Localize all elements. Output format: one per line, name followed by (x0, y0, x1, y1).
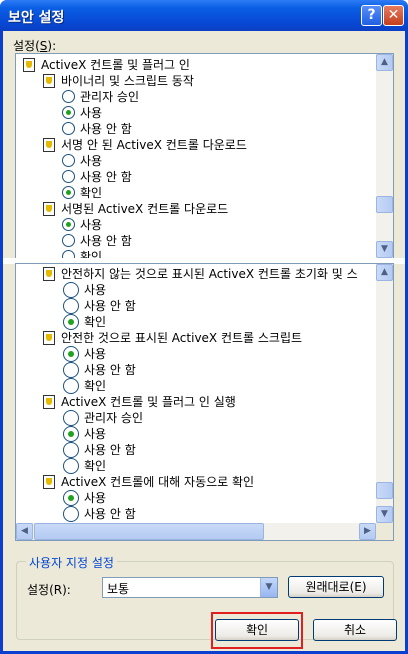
radio-unchecked-icon[interactable] (63, 442, 79, 458)
settings-label: 설정(S): (13, 39, 57, 53)
option-label: 사용 (84, 347, 107, 361)
category-label: 서명된 ActiveX 컨트롤 다운로드 (61, 202, 229, 216)
option-label: 사용 (84, 491, 107, 505)
settings-category-icon (43, 267, 55, 281)
radio-checked-icon[interactable] (62, 218, 75, 231)
help-button[interactable]: ? (361, 5, 382, 26)
option-label: 확인 (80, 186, 103, 200)
scroll-down-arrow-icon[interactable]: ▼ (376, 241, 393, 258)
settings-category-icon (43, 395, 55, 409)
option-label: 사용 안 함 (84, 299, 136, 313)
radio-unchecked-icon[interactable] (63, 458, 79, 474)
radio-checked-icon[interactable] (62, 106, 75, 119)
scrollbar-corner (376, 523, 393, 540)
radio-unchecked-icon[interactable] (63, 362, 79, 378)
radio-unchecked-icon[interactable] (62, 234, 75, 247)
option-label: 사용 안 함 (80, 122, 132, 136)
option-label: 사용 안 함 (84, 507, 136, 521)
vertical-scrollbar[interactable]: ▲ ▼ (376, 54, 393, 258)
settings-category-icon (43, 74, 55, 88)
scroll-down-arrow-icon[interactable]: ▼ (376, 506, 393, 523)
radio-checked-icon[interactable] (63, 346, 79, 362)
radio-unchecked-icon[interactable] (62, 154, 75, 167)
option-label: 확인 (84, 315, 107, 329)
radio-unchecked-icon[interactable] (62, 90, 75, 103)
radio-unchecked-icon[interactable] (62, 122, 75, 135)
settings-category-icon (43, 138, 55, 152)
ok-button[interactable]: 확인 (215, 619, 299, 641)
option-label: 사용 (80, 154, 103, 168)
radio-unchecked-icon[interactable] (63, 298, 79, 314)
settings-tree-bottom[interactable]: 안전하지 않는 것으로 표시된 ActiveX 컨트롤 초기화 및 스 사용 사용 … (15, 263, 394, 541)
settings-category-icon (43, 475, 55, 489)
radio-unchecked-icon[interactable] (63, 506, 79, 522)
reset-button[interactable]: 원래대로(E) (288, 576, 384, 598)
option-label: 사용 안 함 (80, 234, 132, 248)
option-label: 사용 안 함 (80, 170, 132, 184)
category-label: ActiveX 컨트롤에 대해 자동으로 확인 (61, 475, 255, 489)
option-label: 관리자 승인 (80, 90, 140, 104)
option-label: 관리자 승인 (84, 411, 144, 425)
radio-unchecked-icon[interactable] (63, 378, 79, 394)
scrollbar-thumb[interactable] (376, 482, 393, 499)
close-button[interactable]: ✕ (383, 5, 404, 26)
dialog-body: 설정(S): ActiveX 컨트롤 및 플러그 인바이너리 및 스크립트 동작… (3, 31, 405, 651)
scroll-right-arrow-icon[interactable]: ▶ (359, 523, 376, 540)
settings-category-icon (43, 331, 55, 345)
category-label: 서명 안 된 ActiveX 컨트롤 다운로드 (61, 138, 247, 152)
horizontal-scrollbar[interactable]: ◀ ▶ (16, 523, 376, 540)
radio-checked-icon[interactable] (63, 490, 79, 506)
category-label: 안전하지 않는 것으로 표시된 ActiveX 컨트롤 초기화 및 스 (61, 267, 358, 281)
group-title: 사용자 지정 설정 (26, 554, 117, 571)
level-label: 설정(R): (27, 583, 71, 597)
option-label: 사용 안 함 (84, 363, 136, 377)
option-label: 사용 (80, 218, 103, 232)
horizontal-scrollbar-thumb[interactable] (34, 523, 264, 540)
settings-tree-top[interactable]: ActiveX 컨트롤 및 플러그 인바이너리 및 스크립트 동작관리자 승인사… (15, 53, 394, 259)
chevron-down-icon[interactable]: ▼ (260, 578, 277, 597)
option-label: 확인 (84, 459, 107, 473)
option-label: 확인 (84, 379, 107, 393)
option-label: 사용 (84, 283, 107, 297)
radio-checked-icon[interactable] (62, 186, 75, 199)
radio-checked-icon[interactable] (63, 314, 79, 330)
category-label: ActiveX 컨트롤 및 플러그 인 실행 (61, 395, 236, 409)
select-value: 보통 (107, 582, 130, 596)
cancel-button[interactable]: 취소 (313, 619, 397, 641)
option-label: 사용 안 함 (84, 443, 136, 457)
vertical-scrollbar[interactable]: ▲ ▼ (376, 264, 393, 523)
security-level-select[interactable]: 보통 ▼ (102, 577, 278, 598)
window-title: 보안 설정 (8, 10, 65, 26)
scroll-up-arrow-icon[interactable]: ▲ (376, 264, 393, 281)
radio-unchecked-icon[interactable] (63, 410, 79, 426)
category-label: 안전한 것으로 표시된 ActiveX 컨트롤 스크립트 (61, 331, 303, 345)
radio-unchecked-icon[interactable] (63, 282, 79, 298)
category-label: 바이너리 및 스크립트 동작 (61, 74, 194, 88)
radio-unchecked-icon[interactable] (62, 170, 75, 183)
title-bar[interactable]: 보안 설정 ? ✕ (0, 0, 408, 31)
category-label: ActiveX 컨트롤 및 플러그 인 (41, 58, 190, 72)
scroll-up-arrow-icon[interactable]: ▲ (376, 54, 393, 71)
option-label: 사용 (84, 427, 107, 441)
scrollbar-thumb[interactable] (376, 196, 393, 213)
scroll-left-arrow-icon[interactable]: ◀ (16, 523, 33, 540)
settings-category-icon (43, 202, 55, 216)
settings-category-icon (23, 58, 35, 72)
option-label: 사용 (80, 106, 103, 120)
radio-checked-icon[interactable] (63, 426, 79, 442)
security-settings-window: 보안 설정 ? ✕ 설정(S): ActiveX 컨트롤 및 플러그 인바이너리… (0, 0, 408, 654)
